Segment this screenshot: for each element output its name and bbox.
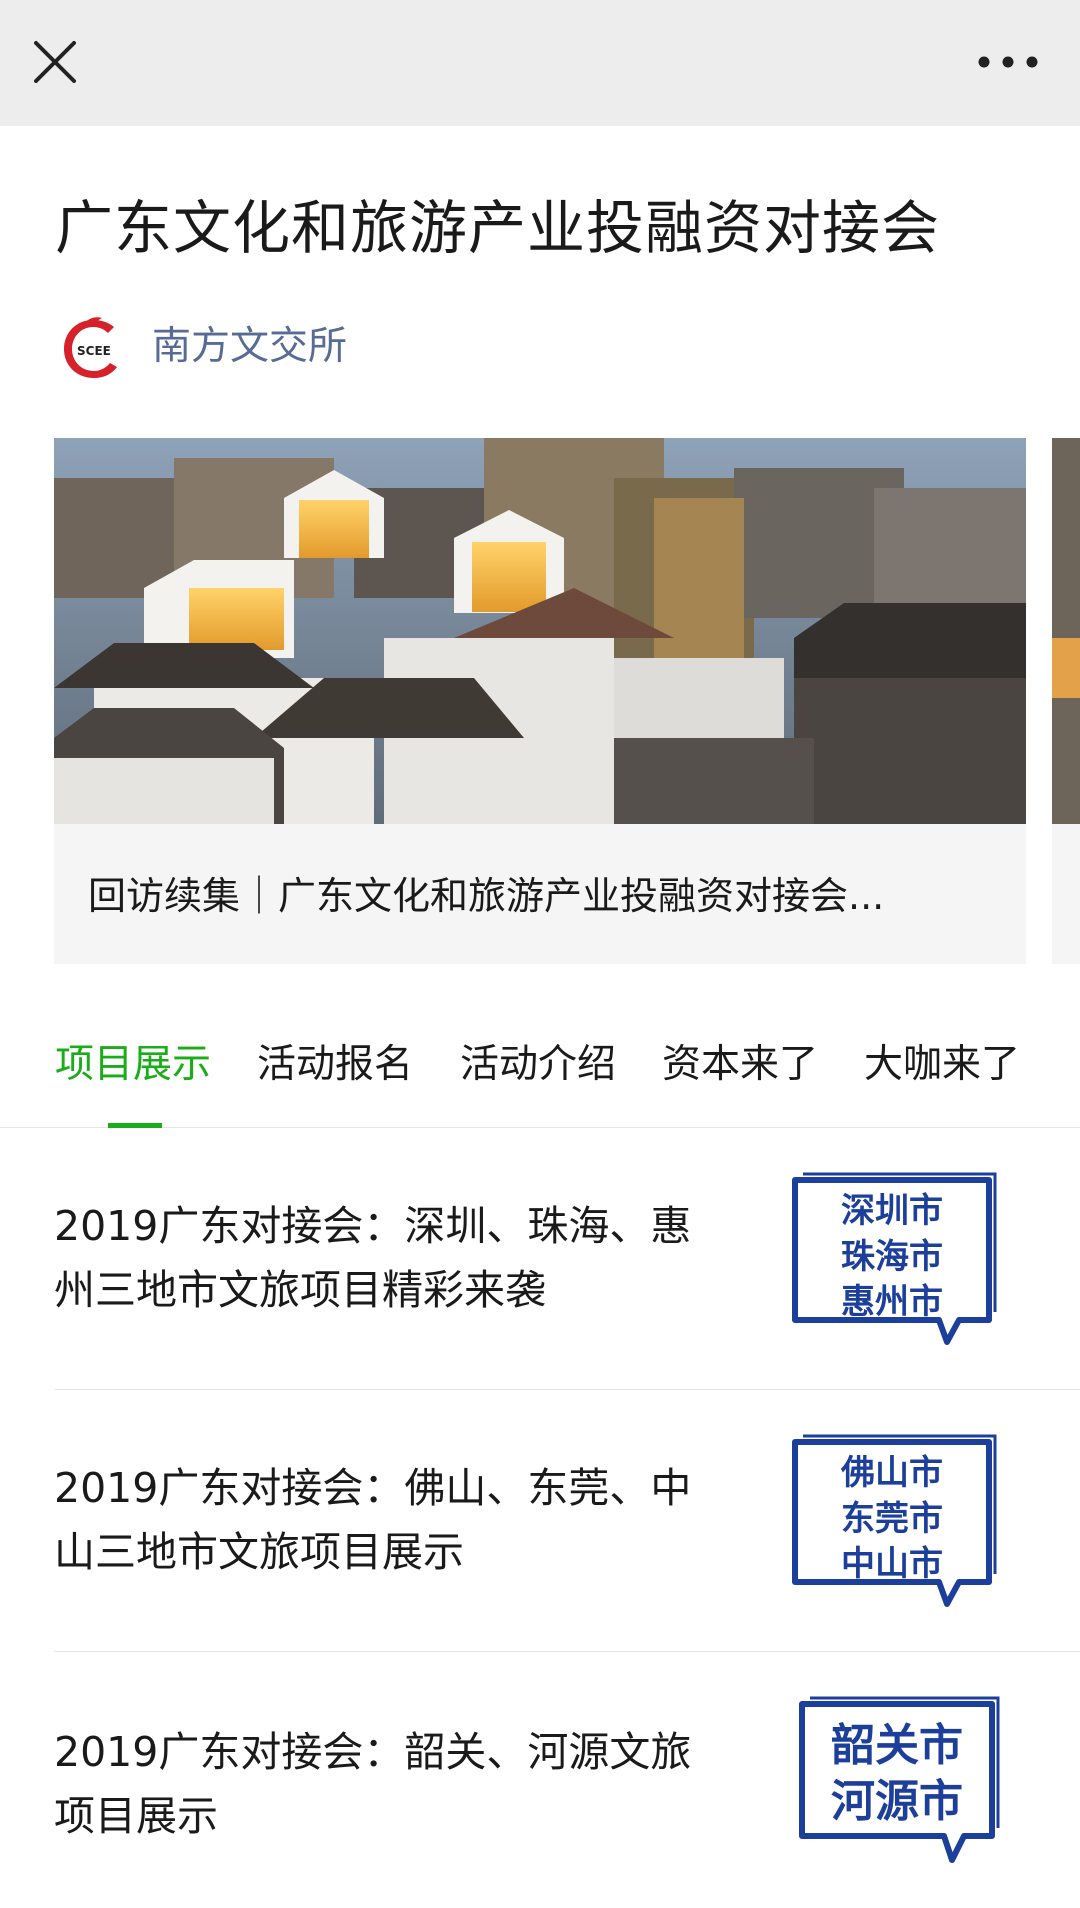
carousel-card[interactable]: 回访续集｜广东文化和旅游产业投融资对接会... bbox=[54, 438, 1026, 964]
list-item-title: 2019广东对接会：佛山、东莞、中山三地市文旅项目展示 bbox=[54, 1464, 692, 1576]
tab-experts-coming[interactable]: 大咖来了 bbox=[864, 1040, 1020, 1090]
list-item[interactable]: 2019广东对接会：韶关、河源文旅项目展示 韶关市 河源市 bbox=[54, 1652, 1080, 1908]
thumbnail-line: 惠州市 bbox=[841, 1282, 943, 1322]
thumbnail-line: 韶关市 bbox=[831, 1720, 963, 1771]
tab-project-showcase[interactable]: 项目展示 bbox=[55, 1040, 211, 1090]
thumbnail-line: 东莞市 bbox=[841, 1499, 943, 1539]
top-nav-bar bbox=[0, 0, 1080, 126]
list-item-title: 2019广东对接会：深圳、珠海、惠州三地市文旅项目精彩来袭 bbox=[54, 1202, 692, 1314]
list-item[interactable]: 2019广东对接会：佛山、东莞、中山三地市文旅项目展示 佛山市 东莞市 中山市 bbox=[54, 1390, 1080, 1652]
list-item-title: 2019广东对接会：韶关、河源文旅项目展示 bbox=[54, 1728, 692, 1840]
thumbnail-line: 佛山市 bbox=[840, 1453, 943, 1493]
tab-capital-coming[interactable]: 资本来了 bbox=[662, 1040, 818, 1090]
more-button[interactable] bbox=[976, 40, 1040, 84]
thumbnail-line: 中山市 bbox=[841, 1544, 943, 1584]
close-button[interactable] bbox=[30, 33, 80, 89]
carousel-image bbox=[54, 438, 1026, 824]
category-tabs: 项目展示 活动报名 活动介绍 资本来了 大咖来了 bbox=[0, 1000, 1080, 1128]
author-logo-text: SCEE bbox=[77, 344, 111, 358]
list-item-thumbnail: 深圳市 珠海市 惠州市 bbox=[789, 1170, 999, 1355]
thumbnail-line: 河源市 bbox=[831, 1776, 963, 1827]
thumbnail-line: 深圳市 bbox=[841, 1191, 943, 1231]
author-logo[interactable]: SCEE bbox=[58, 314, 128, 384]
list-item-thumbnail: 佛山市 东莞市 中山市 bbox=[789, 1432, 999, 1617]
carousel-caption: 回访续集｜广东文化和旅游产业投融资对接会... bbox=[88, 874, 885, 918]
list-item[interactable]: 2019广东对接会：深圳、珠海、惠州三地市文旅项目精彩来袭 深圳市 珠海市 惠州… bbox=[54, 1128, 1080, 1390]
tab-event-registration[interactable]: 活动报名 bbox=[257, 1040, 413, 1090]
author-name-link[interactable]: 南方文交所 bbox=[152, 322, 347, 372]
thumbnail-line: 珠海市 bbox=[841, 1237, 943, 1277]
close-icon bbox=[34, 41, 76, 83]
page-title: 广东文化和旅游产业投融资对接会 bbox=[55, 194, 941, 262]
list-item-thumbnail: 韶关市 河源市 bbox=[796, 1694, 1006, 1879]
carousel-next-card-peek[interactable] bbox=[1052, 438, 1080, 964]
tab-event-intro[interactable]: 活动介绍 bbox=[460, 1040, 616, 1090]
more-dots-icon bbox=[978, 56, 1038, 68]
